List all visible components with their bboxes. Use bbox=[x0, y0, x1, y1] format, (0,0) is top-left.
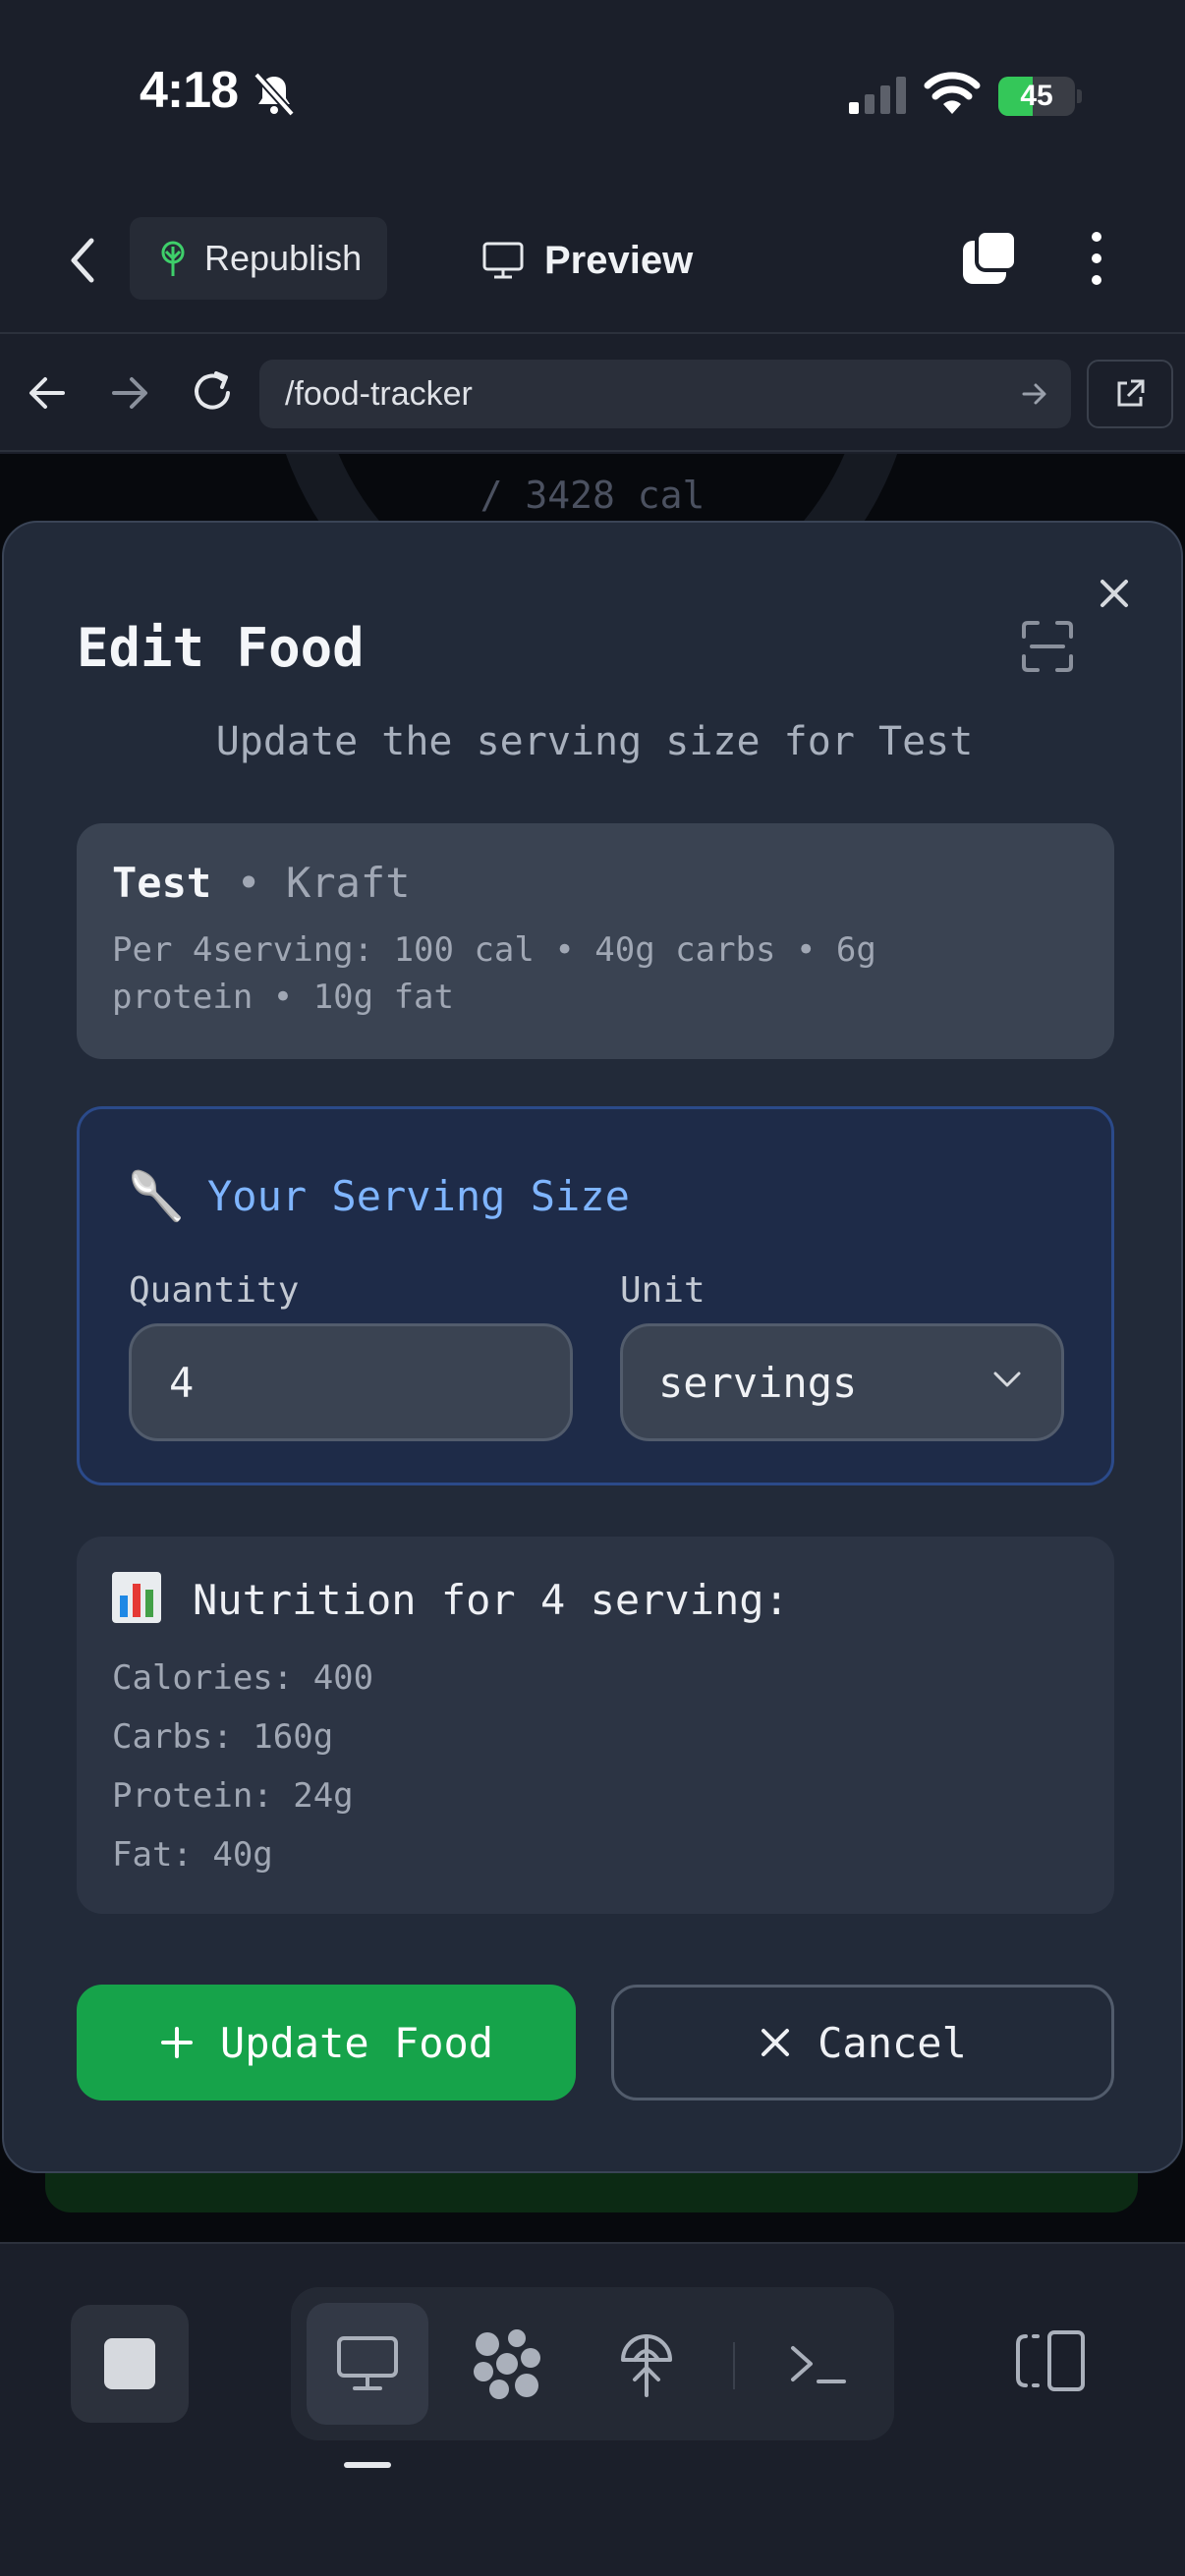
serving-size-card: 🥄 Your Serving Size Quantity Unit servin… bbox=[77, 1106, 1114, 1485]
status-time: 4:18 bbox=[140, 62, 239, 119]
preview-label: Preview bbox=[544, 238, 694, 282]
chevron-down-icon bbox=[993, 1372, 1021, 1387]
open-external-button[interactable] bbox=[1087, 360, 1173, 428]
nutrition-title: Nutrition for 4 serving: bbox=[193, 1576, 789, 1624]
bottom-toolbar bbox=[0, 2242, 1185, 2576]
food-name: Test bbox=[112, 859, 212, 907]
battery-level: 45 bbox=[1020, 80, 1053, 112]
republish-label: Republish bbox=[204, 238, 363, 278]
quantity-input[interactable] bbox=[129, 1323, 573, 1441]
scan-icon[interactable] bbox=[1020, 619, 1075, 674]
serving-size-title: Your Serving Size bbox=[207, 1172, 630, 1220]
cancel-button[interactable]: Cancel bbox=[611, 1985, 1114, 2100]
food-separator: • bbox=[236, 859, 261, 907]
modal-title: Edit Food bbox=[77, 617, 365, 679]
wifi-icon bbox=[924, 72, 981, 114]
monitor-icon bbox=[482, 242, 524, 279]
modal-subtitle: Update the serving size for Test bbox=[215, 719, 974, 764]
tool-group bbox=[291, 2287, 894, 2440]
cancel-label: Cancel bbox=[818, 2018, 967, 2067]
x-icon bbox=[762, 2029, 790, 2056]
desktop-icon bbox=[337, 2336, 398, 2390]
battery-charging-icon: 45 bbox=[998, 77, 1082, 116]
plus-icon bbox=[160, 2027, 193, 2058]
nutrition-calories: Calories: 400 bbox=[112, 1658, 374, 1698]
desktop-tool-button[interactable] bbox=[307, 2303, 428, 2425]
unit-label: Unit bbox=[620, 1270, 705, 1311]
chevron-left-icon bbox=[71, 238, 94, 283]
apps-tool-button[interactable] bbox=[446, 2303, 568, 2425]
nutrition-protein: Protein: 24g bbox=[112, 1776, 354, 1816]
spoon-icon: 🥄 bbox=[127, 1169, 186, 1224]
update-food-label: Update Food bbox=[219, 2018, 494, 2067]
address-bar: /food-tracker bbox=[0, 336, 1185, 452]
deploy-tool-button[interactable] bbox=[586, 2303, 707, 2425]
food-brand: Kraft bbox=[286, 859, 411, 907]
sprout-icon bbox=[161, 241, 185, 276]
terminal-icon bbox=[791, 2346, 846, 2383]
deploy-icon bbox=[621, 2334, 672, 2397]
arrow-left-icon[interactable] bbox=[26, 371, 69, 415]
cellular-signal-icon bbox=[849, 77, 906, 114]
arrow-right-icon[interactable] bbox=[108, 371, 151, 415]
food-info-card: Test • Kraft Per 4serving: 100 cal • 40g… bbox=[77, 823, 1114, 1059]
grid-apps-icon bbox=[474, 2329, 540, 2399]
republish-button[interactable]: Republish bbox=[130, 217, 387, 300]
app-header: Republish Preview bbox=[0, 192, 1185, 334]
quantity-label: Quantity bbox=[129, 1270, 300, 1311]
unit-select[interactable]: servings bbox=[620, 1323, 1064, 1441]
tabs-icon[interactable] bbox=[959, 227, 1022, 290]
bar-chart-icon bbox=[112, 1572, 161, 1623]
url-text: /food-tracker bbox=[285, 374, 473, 413]
terminal-tool-button[interactable] bbox=[757, 2303, 878, 2425]
bell-slash-icon bbox=[254, 72, 295, 117]
preview-button[interactable]: Preview bbox=[481, 221, 693, 300]
panel-toggle-icon[interactable] bbox=[1014, 2328, 1087, 2393]
food-per-serving-detail: Per 4serving: 100 cal • 40g carbs • 6g p… bbox=[112, 930, 876, 1017]
url-field[interactable]: /food-tracker bbox=[259, 360, 1071, 428]
edit-food-modal: Edit Food Update the serving size for Te… bbox=[2, 521, 1183, 2173]
toolbar-divider bbox=[733, 2342, 735, 2389]
update-food-button[interactable]: Update Food bbox=[77, 1985, 576, 2100]
calorie-goal-text: / 3428 cal bbox=[480, 474, 705, 517]
status-bar: 4:18 45 bbox=[0, 0, 1185, 192]
reload-icon[interactable] bbox=[189, 367, 236, 417]
go-arrow-icon[interactable] bbox=[1020, 379, 1049, 409]
back-button[interactable] bbox=[59, 231, 106, 290]
stop-button[interactable] bbox=[71, 2305, 189, 2423]
external-link-icon bbox=[1117, 379, 1145, 407]
stop-icon bbox=[104, 2338, 155, 2389]
more-vertical-icon[interactable] bbox=[1081, 227, 1112, 290]
nutrition-card: Nutrition for 4 serving: Calories: 400 C… bbox=[77, 1537, 1114, 1914]
nutrition-carbs: Carbs: 160g bbox=[112, 1717, 334, 1757]
active-tab-indicator bbox=[344, 2462, 391, 2468]
nutrition-fat: Fat: 40g bbox=[112, 1835, 273, 1875]
close-icon[interactable] bbox=[1093, 572, 1136, 615]
unit-select-value: servings bbox=[658, 1358, 858, 1407]
